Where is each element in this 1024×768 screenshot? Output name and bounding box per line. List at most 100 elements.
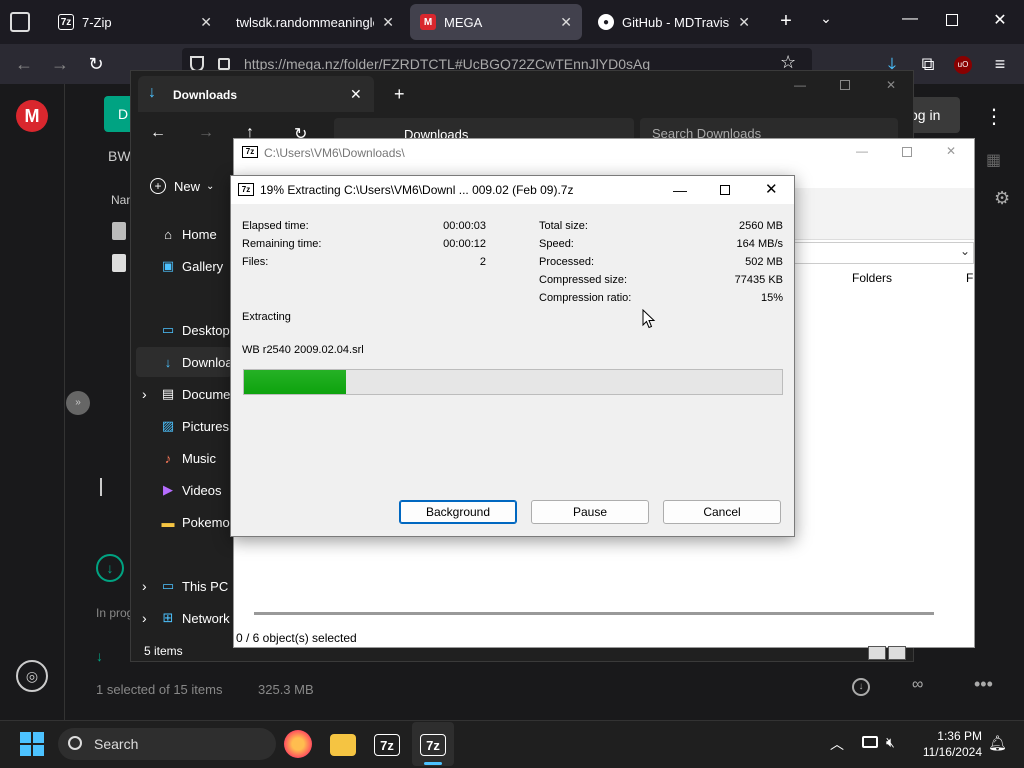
close-window-icon[interactable]: ✕: [990, 10, 1010, 34]
collapse-handle[interactable]: »: [66, 391, 90, 415]
new-tab-icon[interactable]: +: [776, 10, 796, 34]
dialog-title: 19% Extracting C:\Users\VM6\Downl ... 00…: [260, 183, 574, 197]
fm-col-folders[interactable]: Folders: [852, 271, 892, 285]
nav-item-desktop[interactable]: ▭ Desktop: [160, 315, 230, 345]
nav-item-music[interactable]: ♪ Music: [160, 443, 216, 473]
lock-icon[interactable]: [218, 58, 230, 70]
restore-icon[interactable]: [902, 147, 912, 157]
restore-icon[interactable]: [946, 14, 958, 26]
speed-label: Speed:: [539, 238, 574, 250]
pause-button[interactable]: Pause: [531, 500, 649, 524]
bell-icon[interactable]: 🔔︎: [988, 734, 1007, 752]
details-view-icon[interactable]: [868, 646, 886, 660]
fm-title: C:\Users\VM6\Downloads\: [264, 146, 405, 160]
grid-icon[interactable]: ▦: [986, 150, 1001, 170]
new-tab-icon[interactable]: +: [394, 84, 405, 105]
compressed-size-label: Compressed size:: [539, 274, 628, 286]
chevron-right-icon[interactable]: ›: [142, 578, 147, 594]
new-button[interactable]: + New ⌄: [150, 176, 230, 196]
minimize-icon[interactable]: —: [900, 10, 920, 34]
cancel-button[interactable]: Cancel: [663, 500, 781, 524]
progress-fill: [244, 370, 347, 394]
processed-value: 502 MB: [745, 256, 783, 268]
restore-icon[interactable]: [840, 80, 850, 90]
minimize-icon[interactable]: —: [673, 176, 687, 204]
nav-item-downloads[interactable]: ↓ Downloa: [160, 347, 233, 377]
clock-time[interactable]: 1:36 PM: [930, 729, 982, 743]
close-icon[interactable]: ✕: [560, 14, 572, 31]
7zip-taskbar-icon[interactable]: 7z: [420, 734, 446, 756]
nav-item-home[interactable]: ⌂ Home: [160, 219, 217, 249]
taskbar-active-indicator: [424, 762, 442, 765]
close-window-icon[interactable]: ✕: [886, 78, 896, 92]
close-icon[interactable]: ✕: [738, 14, 750, 31]
close-window-icon[interactable]: ✕: [765, 176, 778, 204]
nav-item-label: Network: [182, 610, 230, 626]
more-horizontal-icon[interactable]: •••: [974, 674, 993, 695]
close-icon[interactable]: ✕: [200, 14, 212, 31]
close-window-icon[interactable]: ✕: [946, 144, 956, 158]
videos-icon: ▶: [163, 482, 173, 497]
nav-item-label: This PC: [182, 578, 229, 594]
tab-overview-icon[interactable]: [10, 12, 30, 32]
transfer-download-icon[interactable]: ↓: [96, 554, 124, 582]
download-circle-icon[interactable]: ↓: [852, 678, 870, 696]
forward-icon[interactable]: →: [48, 52, 72, 76]
browser-tab-bar: 7z 7-Zip ✕ twlsdk.randommeaningles ✕ M M…: [0, 0, 1024, 44]
nav-item-pictures[interactable]: ▨ Pictures: [160, 411, 229, 441]
tab-7zip[interactable]: 7z 7-Zip ✕: [48, 4, 222, 40]
background-button[interactable]: Background: [399, 500, 517, 524]
login-button[interactable]: og in: [910, 97, 960, 133]
list-view-icon[interactable]: [888, 646, 906, 660]
remaining-label: Remaining time:: [242, 238, 322, 250]
mega-header-text: BW: [108, 148, 131, 164]
start-icon[interactable]: [20, 732, 44, 756]
menu-icon[interactable]: ≡: [988, 52, 1012, 76]
firefox-icon[interactable]: [284, 730, 312, 758]
close-icon[interactable]: ✕: [382, 14, 394, 31]
minimize-icon[interactable]: —: [794, 78, 806, 92]
nav-item-documents[interactable]: ▤ Docume: [160, 379, 231, 409]
chevron-right-icon[interactable]: ›: [142, 610, 147, 626]
chevron-right-icon[interactable]: ›: [142, 386, 147, 402]
nav-item-videos[interactable]: ▶ Videos: [160, 475, 222, 505]
forward-icon[interactable]: →: [198, 124, 214, 142]
tab-twlsdk[interactable]: twlsdk.randommeaningles ✕: [226, 4, 404, 40]
file-explorer-icon[interactable]: [330, 734, 356, 756]
fm-col-f[interactable]: F: [966, 271, 973, 285]
close-icon[interactable]: ✕: [350, 86, 362, 103]
chevron-up-icon[interactable]: ︿: [830, 734, 844, 754]
7zip-taskbar-icon[interactable]: 7z: [374, 734, 400, 756]
7zip-icon: 7z: [238, 183, 254, 196]
reload-icon[interactable]: ↻: [84, 52, 108, 76]
nav-item-pokemon[interactable]: ▬ Pokemo: [160, 507, 230, 537]
tab-github[interactable]: ● GitHub - MDTravisYT/i ✕: [588, 4, 760, 40]
link-icon[interactable]: ∞: [912, 676, 923, 694]
fm-path-dropdown[interactable]: [794, 242, 974, 264]
nav-item-network[interactable]: ⊞ Network: [160, 603, 230, 633]
gear-icon[interactable]: ⚙: [994, 188, 1010, 209]
nav-item-label: Pokemo: [182, 514, 230, 530]
volume-muted-icon[interactable]: 🔇︎: [886, 734, 895, 751]
ublock-icon[interactable]: uO: [954, 56, 972, 74]
taskbar-search[interactable]: Search: [58, 728, 276, 760]
mega-logo[interactable]: M: [16, 100, 48, 132]
mouse-cursor-icon: [642, 309, 656, 329]
tab-label: MEGA: [444, 14, 483, 30]
network-icon[interactable]: [862, 736, 878, 748]
chevron-down-icon[interactable]: ⌄: [960, 244, 970, 258]
chevron-down-icon[interactable]: ⌄: [816, 10, 836, 34]
clock-date[interactable]: 11/16/2024: [918, 745, 982, 759]
back-icon[interactable]: ←: [150, 124, 166, 142]
mega-avatar-icon[interactable]: ◎: [16, 660, 48, 692]
nav-item-gallery[interactable]: ▣ Gallery: [160, 251, 223, 281]
maximize-icon[interactable]: [720, 185, 730, 195]
extensions-icon[interactable]: ⧉: [916, 52, 940, 76]
transfer-status: In prog: [96, 606, 134, 620]
fm-scrollbar[interactable]: [254, 612, 934, 615]
tab-mega[interactable]: M MEGA ✕: [410, 4, 582, 40]
more-vertical-icon[interactable]: ⋮: [984, 104, 1004, 129]
nav-item-this-pc[interactable]: ▭ This PC: [160, 571, 228, 601]
back-icon[interactable]: ←: [12, 52, 36, 76]
minimize-icon[interactable]: —: [856, 144, 868, 158]
